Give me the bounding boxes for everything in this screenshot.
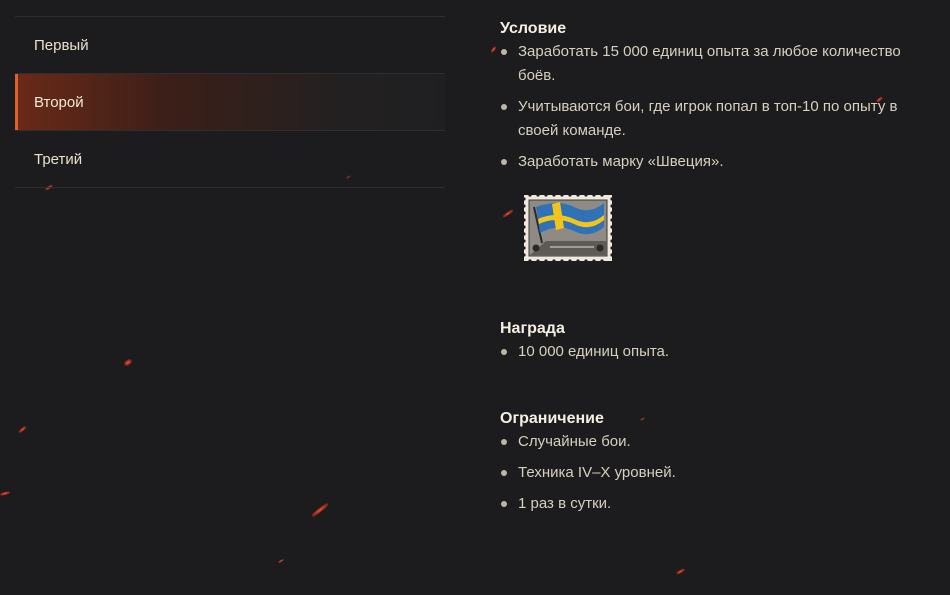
limit-item: Техника IV–X уровней. — [500, 461, 940, 485]
condition-item: Заработать 15 000 единиц опыта за любое … — [500, 40, 940, 88]
tab-list: Первый Второй Третий — [15, 16, 445, 188]
condition-title: Условие — [500, 20, 567, 37]
tab-first[interactable]: Первый — [15, 17, 445, 74]
limit-item: 1 раз в сутки. — [500, 492, 940, 516]
limits-title: Ограничение — [500, 410, 604, 427]
tab-label: Второй — [34, 93, 84, 111]
limit-item: Случайные бои. — [500, 430, 940, 454]
condition-item: Заработать марку «Швеция». — [500, 150, 940, 174]
condition-item: Учитываются бои, где игрок попал в топ-1… — [500, 95, 940, 143]
tab-second[interactable]: Второй — [15, 74, 445, 131]
reward-title: Награда — [500, 320, 565, 337]
sweden-flag-stamp-icon — [522, 193, 614, 263]
tab-label: Третий — [34, 150, 83, 168]
reward-item: 10 000 единиц опыта. — [500, 340, 940, 364]
condition-list: Заработать 15 000 единиц опыта за любое … — [500, 40, 940, 174]
mission-details: Условие Заработать 15 000 единиц опыта з… — [500, 18, 940, 523]
tab-label: Первый — [34, 36, 89, 54]
limits-list: Случайные бои. Техника IV–X уровней. 1 р… — [500, 430, 940, 516]
tab-third[interactable]: Третий — [15, 131, 445, 188]
reward-list: 10 000 единиц опыта. — [500, 340, 940, 364]
